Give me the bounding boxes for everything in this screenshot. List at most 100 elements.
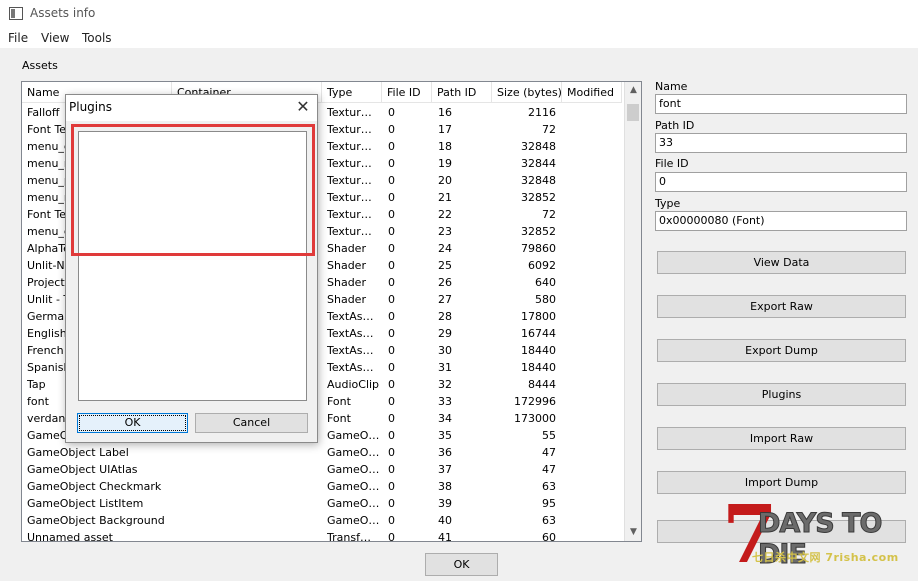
cell-path-id: 30 [438,344,452,357]
cell-size: 8444 [528,378,556,391]
path-id-field[interactable]: 33 [655,133,907,153]
table-row[interactable]: GameObject ListItem GameO… 0 39 95 [22,495,622,512]
cell-size: 79860 [521,242,556,255]
column-header-path-id[interactable]: Path ID [432,82,492,103]
cell-type: TextAs… [327,361,374,374]
cell-type: Textur… [327,208,372,221]
cell-path-id: 32 [438,378,452,391]
cell-type: Textur… [327,140,372,153]
cell-path-id: 35 [438,429,452,442]
cell-type: GameO… [327,514,380,527]
import-dump-button[interactable]: Import Dump [657,471,906,494]
name-field[interactable]: font [655,94,907,114]
cell-file-id: 0 [388,242,395,255]
cell-type: TextAs… [327,327,374,340]
type-field[interactable]: 0x00000080 (Font) [655,211,907,231]
cell-path-id: 34 [438,412,452,425]
cell-size: 32848 [521,174,556,187]
scroll-thumb[interactable] [627,104,639,121]
cell-name: GameObject Label [27,446,129,459]
dialog-title-bar: Plugins ✕ [66,95,317,121]
cell-file-id: 0 [388,463,395,476]
cell-file-id: 0 [388,429,395,442]
plugins-button[interactable]: Plugins [657,383,906,406]
cell-size: 60 [542,531,556,542]
cell-path-id: 36 [438,446,452,459]
cell-type: Shader [327,276,366,289]
cell-path-id: 25 [438,259,452,272]
menu-file[interactable]: File [8,31,28,45]
cell-size: 63 [542,480,556,493]
cell-size: 173000 [514,412,556,425]
cell-name: GameObject Checkmark [27,480,162,493]
cell-file-id: 0 [388,157,395,170]
cell-size: 47 [542,463,556,476]
cell-path-id: 28 [438,310,452,323]
close-icon[interactable]: ✕ [292,96,314,118]
cell-file-id: 0 [388,361,395,374]
cell-name: GameObject Background [27,514,165,527]
cell-file-id: 0 [388,531,395,542]
table-row[interactable]: GameObject Label GameO… 0 36 47 [22,444,622,461]
cell-size: 17800 [521,310,556,323]
table-row[interactable]: GameObject Background GameO… 0 40 63 [22,512,622,529]
scroll-down-icon[interactable]: ▼ [625,524,641,541]
cell-path-id: 27 [438,293,452,306]
cell-path-id: 21 [438,191,452,204]
cell-path-id: 19 [438,157,452,170]
cell-file-id: 0 [388,480,395,493]
cell-file-id: 0 [388,140,395,153]
cell-file-id: 0 [388,378,395,391]
title-bar: Assets info [0,0,918,30]
table-row[interactable]: Unnamed asset Transf… 0 41 60 [22,529,622,542]
cell-type: Textur… [327,106,372,119]
column-header-size[interactable]: Size (bytes) [492,82,562,103]
cell-file-id: 0 [388,395,395,408]
cell-path-id: 29 [438,327,452,340]
dialog-title: Plugins [69,100,112,114]
cell-size: 32848 [521,140,556,153]
cell-file-id: 0 [388,327,395,340]
dialog-ok-button[interactable]: OK [77,413,188,433]
cell-path-id: 23 [438,225,452,238]
export-raw-button[interactable]: Export Raw [657,295,906,318]
cell-path-id: 33 [438,395,452,408]
cell-type: Shader [327,242,366,255]
cell-size: 47 [542,446,556,459]
cell-file-id: 0 [388,123,395,136]
cell-size: 32852 [521,191,556,204]
export-dump-button[interactable]: Export Dump [657,339,906,362]
cell-size: 18440 [521,344,556,357]
cell-size: 72 [542,208,556,221]
cell-type: Textur… [327,174,372,187]
column-header-modified[interactable]: Modified [562,82,622,103]
view-data-button[interactable]: View Data [657,251,906,274]
vertical-scrollbar[interactable]: ▲ ▼ [624,82,641,541]
cell-path-id: 18 [438,140,452,153]
menu-tools[interactable]: Tools [82,31,112,45]
cell-path-id: 37 [438,463,452,476]
cell-path-id: 41 [438,531,452,542]
cell-size: 32844 [521,157,556,170]
main-ok-button[interactable]: OK [425,553,498,576]
import-raw-button[interactable]: Import Raw [657,427,906,450]
file-id-label: File ID [655,157,689,170]
cell-name: Unnamed asset [27,531,113,542]
cell-file-id: 0 [388,412,395,425]
assets-group-label: Assets [22,59,58,72]
cell-path-id: 16 [438,106,452,119]
column-header-type[interactable]: Type [322,82,382,103]
file-id-field[interactable]: 0 [655,172,907,192]
column-header-file-id[interactable]: File ID [382,82,432,103]
table-row[interactable]: GameObject Checkmark GameO… 0 38 63 [22,478,622,495]
cell-path-id: 26 [438,276,452,289]
table-row[interactable]: GameObject UIAtlas GameO… 0 37 47 [22,461,622,478]
menu-view[interactable]: View [41,31,69,45]
dialog-cancel-button[interactable]: Cancel [195,413,308,433]
scroll-up-icon[interactable]: ▲ [625,82,641,99]
cell-file-id: 0 [388,293,395,306]
cell-size: 16744 [521,327,556,340]
cell-file-id: 0 [388,106,395,119]
cell-type: GameO… [327,497,380,510]
cell-size: 72 [542,123,556,136]
